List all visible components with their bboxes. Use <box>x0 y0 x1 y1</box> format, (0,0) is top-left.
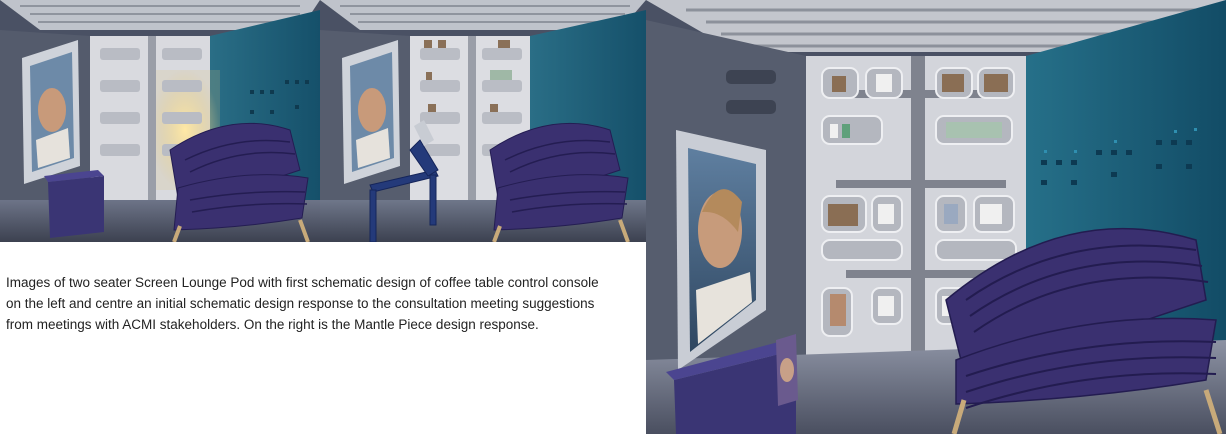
pod-render-right-art <box>646 0 1226 434</box>
pod-render-centre <box>320 0 646 242</box>
pod-render-centre-art <box>320 0 646 242</box>
figure-caption: Images of two seater Screen Lounge Pod w… <box>6 275 599 332</box>
pod-render-left <box>0 0 320 242</box>
pod-render-left-art <box>0 0 320 242</box>
pod-render-right <box>646 0 1226 434</box>
